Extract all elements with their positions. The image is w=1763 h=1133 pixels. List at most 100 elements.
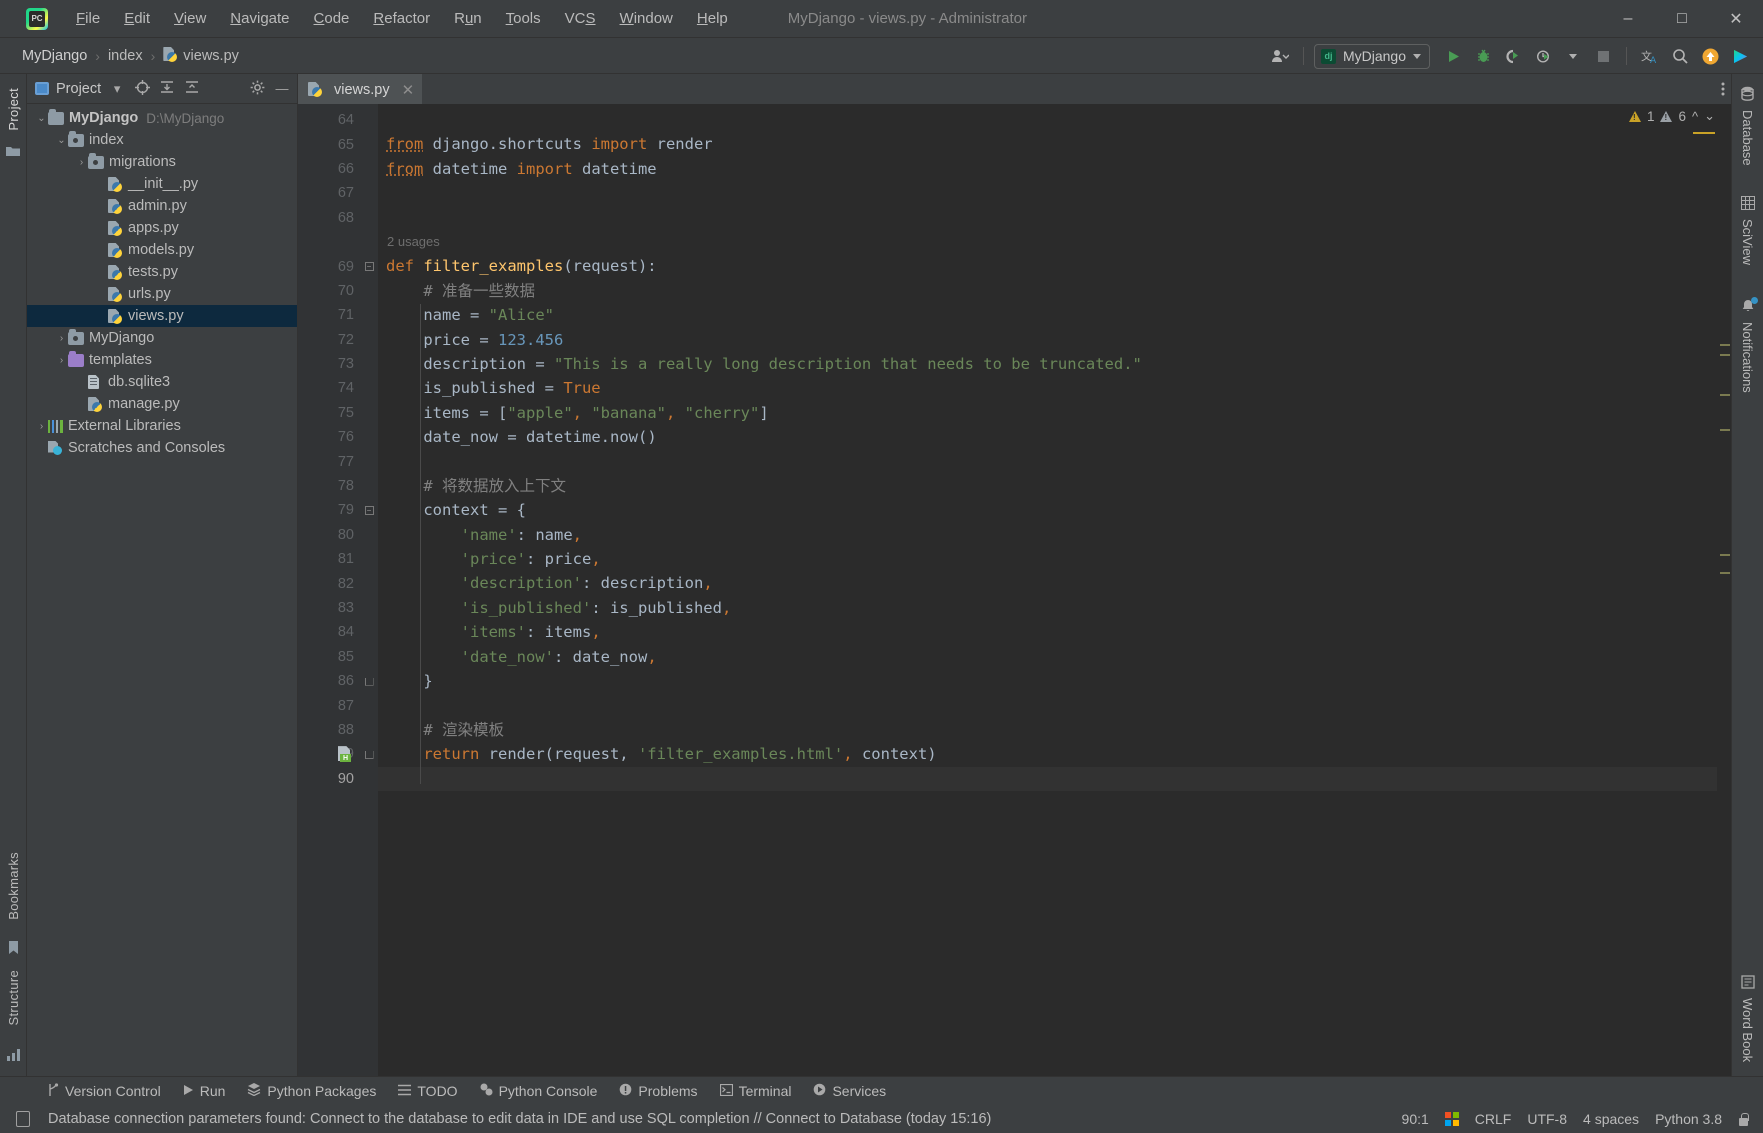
menu-refactor[interactable]: Refactor [361,6,442,31]
encoding[interactable]: UTF-8 [1527,1111,1567,1127]
code-line[interactable]: # 将数据放入上下文 [378,474,1717,498]
search-everywhere-icon[interactable] [1667,43,1693,69]
code-line[interactable]: date_now = datetime.now() [378,425,1717,449]
menu-view[interactable]: View [162,6,218,31]
line-number[interactable]: 72 [298,328,360,352]
chevron-right-icon[interactable]: › [35,421,48,432]
line-number[interactable]: 86 [298,669,360,693]
tree-node-mydjango[interactable]: › MyDjango [27,327,297,349]
inspection-widget[interactable]: 1 6 ^ ⌄ [1628,108,1715,124]
code-line[interactable]: # 渲染模板 [378,718,1717,742]
close-icon[interactable]: ✕ [1709,0,1763,38]
code-line[interactable]: 'date_now': date_now, [378,645,1717,669]
previous-problem-icon[interactable]: ^ [1692,109,1698,124]
translate-icon[interactable]: 文A [1637,43,1663,69]
code-line[interactable]: 'items': items, [378,620,1717,644]
breadcrumb-item-index[interactable]: index [104,46,147,66]
tree-node-mydjango[interactable]: ⌄ MyDjango D:\MyDjango [27,107,297,129]
code-line[interactable]: return render(request, 'filter_examples.… [378,742,1717,766]
chevron-right-icon[interactable]: › [55,333,68,344]
line-number[interactable]: 75 [298,401,360,425]
code-line[interactable] [378,766,1717,791]
tree-node-urls-py[interactable]: urls.py [27,283,297,305]
code-line[interactable]: 'price': price, [378,547,1717,571]
line-number[interactable]: 74 [298,376,360,400]
menu-code[interactable]: Code [302,6,362,31]
menu-file[interactable]: File [64,6,112,31]
run-configuration-selector[interactable]: dj MyDjango [1313,43,1430,69]
code-line[interactable] [378,108,1717,132]
python-interpreter[interactable]: Python 3.8 [1655,1111,1722,1127]
line-number[interactable]: 76 [298,425,360,449]
code-line[interactable]: is_published = True [378,376,1717,400]
code-line[interactable] [378,181,1717,205]
tree-node-migrations[interactable]: › migrations [27,151,297,173]
code-line[interactable]: items = ["apple", "banana", "cherry"] [378,401,1717,425]
maximize-icon[interactable]: □ [1655,0,1709,38]
fold-collapse-icon[interactable]: − [360,254,378,278]
chevron-right-icon[interactable]: › [55,355,68,366]
status-message[interactable]: Database connection parameters found: Co… [48,1111,991,1127]
tree-node-apps-py[interactable]: apps.py [27,217,297,239]
line-number[interactable]: 69 [298,254,360,278]
line-number[interactable]: 78 [298,474,360,498]
menu-vcs[interactable]: VCS [553,6,608,31]
run-icon[interactable] [1440,43,1466,69]
tool-window-python-packages[interactable]: Python Packages [247,1083,376,1099]
code-line[interactable]: 'name': name, [378,523,1717,547]
line-number[interactable]: 89 [298,742,360,766]
tree-node-admin-py[interactable]: admin.py [27,195,297,217]
tree-node-index[interactable]: ⌄ index [27,129,297,151]
code-content[interactable]: from django.shortcuts import render from … [378,104,1717,1076]
chevron-down-icon[interactable]: ⌄ [35,113,48,124]
fold-end-icon[interactable] [360,742,378,766]
line-number-gutter[interactable]: 64 65 66 67 68 69 70 71 72 73 74 75 76 77 78 79 80 81 82 83… [298,104,360,1076]
line-number[interactable]: 79 [298,498,360,522]
editor-tab-views-py[interactable]: views.py ✕ [298,74,423,104]
menu-bar[interactable]: File Edit View Navigate Code Refactor Ru… [64,6,740,31]
sidebar-item-structure[interactable]: Structure [4,964,23,1031]
tool-window-todo[interactable]: TODO [398,1083,458,1099]
menu-navigate[interactable]: Navigate [218,6,301,31]
tool-window-python-console[interactable]: Python Console [480,1083,597,1099]
expand-all-icon[interactable] [158,80,176,97]
update-available-icon[interactable] [1697,43,1723,69]
folder-icon[interactable] [6,145,20,160]
user-account-icon[interactable] [1267,43,1293,69]
line-number[interactable]: 83 [298,596,360,620]
line-number[interactable]: 66 [298,157,360,181]
tool-window-services[interactable]: Services [813,1083,886,1099]
html-file-icon[interactable] [338,746,353,763]
bookmark-icon[interactable] [8,941,19,958]
line-number[interactable]: 73 [298,352,360,376]
line-number[interactable]: 64 [298,108,360,132]
close-icon[interactable]: ✕ [402,81,415,99]
fold-end-icon[interactable] [360,669,378,693]
chevron-down-icon[interactable] [1560,43,1586,69]
ide-feature-icon[interactable] [1727,43,1753,69]
editor-options[interactable] [1721,74,1725,104]
tree-node-models-py[interactable]: models.py [27,239,297,261]
line-number[interactable]: 68 [298,206,360,230]
chevron-right-icon[interactable]: › [75,157,88,168]
next-problem-icon[interactable]: ⌄ [1704,108,1715,124]
menu-help[interactable]: Help [685,6,740,31]
tool-window-problems[interactable]: Problems [619,1083,698,1099]
code-line[interactable]: name = "Alice" [378,303,1717,327]
menu-window[interactable]: Window [608,6,685,31]
profiler-icon[interactable] [1530,43,1556,69]
code-line[interactable]: context = { [378,498,1717,522]
tree-node-external-libraries[interactable]: › External Libraries [27,415,297,437]
code-line[interactable]: price = 123.456 [378,328,1717,352]
run-with-coverage-icon[interactable] [1500,43,1526,69]
sidebar-item-notifications[interactable]: Notifications [1740,295,1758,397]
line-number[interactable]: 65 [298,132,360,156]
sidebar-item-database[interactable]: Database [1740,82,1755,170]
code-line[interactable]: def filter_examples(request): [378,254,1717,278]
chevron-down-icon[interactable]: ⌄ [55,135,68,146]
breadcrumb-item-project[interactable]: MyDjango [18,46,91,66]
menu-edit[interactable]: Edit [112,6,162,31]
code-editor[interactable]: 64 65 66 67 68 69 70 71 72 73 74 75 76 77 78 79 80 81 82 83… [298,104,1731,1076]
line-number[interactable]: 80 [298,523,360,547]
line-number[interactable]: 87 [298,693,360,717]
